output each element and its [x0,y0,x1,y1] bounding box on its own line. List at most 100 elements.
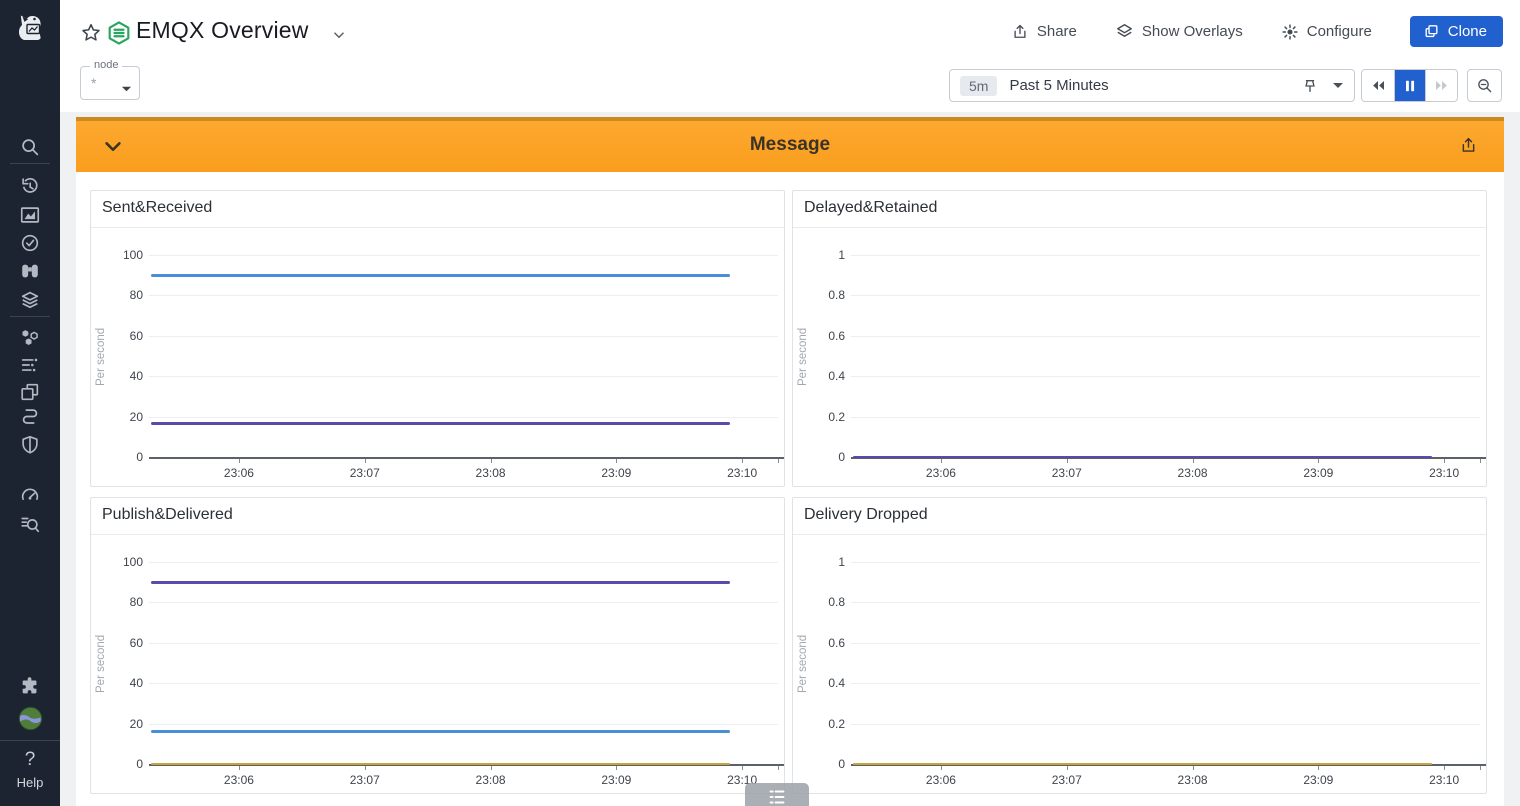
binoculars-icon [22,264,38,278]
overlays-layers-icon [1116,24,1132,37]
chart-plot-area[interactable]: 1 0.8 0.6 0.4 0.2 0 23:06 23:07 23:08 23:09 23:10 P… [793,535,1486,791]
pause-icon [1405,80,1415,91]
y-axis-title: Per second [95,327,107,387]
sidebar: ? Help [0,0,60,806]
sidebar-item-history[interactable] [0,174,60,198]
series-line-purple-line [853,456,1432,458]
sidebar-item-software[interactable] [0,380,60,404]
y-gridline [851,335,1480,337]
x-tick-mark [490,766,492,770]
y-tick-label: 0 [136,450,143,464]
datadog-logo[interactable] [0,2,60,50]
y-tick-label: 0 [838,757,845,771]
show-overlays-label: Show Overlays [1141,23,1243,40]
show-overlays-button[interactable]: Show Overlays [1115,22,1243,41]
group-banner-message: Message [76,117,1504,172]
share-label: Share [1036,23,1077,40]
x-tick-label: 23:09 [601,773,632,787]
x-tick-label: 23:06 [925,466,956,480]
emqx-logo-icon [106,20,132,51]
configure-button[interactable]: Configure [1281,23,1372,41]
pause-button[interactable] [1393,70,1426,101]
sidebar-item-security[interactable] [0,433,60,457]
x-tick-label: 23:06 [223,773,254,787]
y-tick-label: 1 [838,248,845,262]
y-gridline [851,642,1480,644]
chart-panel-delayed-retained: Delayed&Retained 1 0.8 0.6 0.4 0.2 0 23:06 23:0… [792,190,1487,487]
y-gridline [851,376,1480,378]
list-icon [769,790,785,804]
zoom-out-button[interactable] [1467,69,1502,102]
s-pipe-icon [22,409,38,424]
pin-icon[interactable] [1302,78,1318,94]
area-chart-icon [20,207,40,223]
y-gridline [149,255,778,256]
share-button[interactable]: Share [1011,23,1077,41]
y-tick-label: 100 [122,555,143,569]
x-tick-mark [742,459,744,463]
sidebar-item-integrations[interactable] [0,325,60,349]
rewind-icon [1372,81,1384,90]
x-tick-mark [1444,766,1446,770]
sidebar-item-notebooks[interactable] [0,287,60,311]
y-gridline [851,295,1480,297]
x-tick-label: 23:10 [727,466,758,480]
x-tick-mark [1318,459,1320,463]
series-line-blue-line [151,273,730,277]
search-icon [22,139,39,156]
group-body: Sent&Received 100 80 60 40 20 0 23:06 23:07 23:0… [76,172,1504,806]
user-avatar[interactable] [0,704,60,732]
node-select-value: * [91,75,97,91]
filter-lines-icon [21,358,38,372]
time-playback-controls [1361,69,1458,102]
sidebar-item-marketplace[interactable] [0,674,60,698]
sidebar-item-log-explorer[interactable] [0,512,60,536]
group-export-icon[interactable] [1459,136,1478,160]
y-gridline [149,376,778,378]
share-upload-icon [1014,24,1026,38]
history-clock-icon [22,177,38,193]
sidebar-item-watchdog[interactable] [0,259,60,283]
chart-plot-area[interactable]: 100 80 60 40 20 0 23:06 23:07 23:08 23:09 23:10 Per… [91,535,784,791]
chart-plot-area[interactable]: 100 80 60 40 20 0 23:06 23:07 23:08 23:09 23:10 Per… [91,228,784,484]
sidebar-item-search[interactable] [0,134,60,160]
sidebar-item-help[interactable]: ? [0,748,60,772]
fast-forward-icon [1435,81,1447,90]
sidebar-item-metrics[interactable] [0,484,60,508]
time-range-picker[interactable]: 5m Past 5 Minutes [949,69,1355,102]
x-tick-label: 23:07 [349,466,380,480]
sidebar-item-monitors[interactable] [0,231,60,255]
app-window: ? Help EMQX Overview Share Show Overlays… [0,0,1520,806]
y-tick-label: 1 [838,555,845,569]
zoom-out-icon [1477,78,1491,92]
sidebar-item-dashboards[interactable] [0,203,60,227]
legend-toggle-button[interactable] [745,783,809,806]
sidebar-item-pipelines[interactable] [0,405,60,429]
fast-forward-button[interactable] [1425,70,1457,101]
sidebar-item-logs[interactable] [0,353,60,377]
x-tick-label: 23:08 [475,466,506,480]
group-title: Message [749,134,831,155]
clone-button[interactable]: Clone [1409,16,1503,47]
x-tick-label: 23:10 [1429,466,1460,480]
x-tick-mark [238,459,240,463]
node-variable-select[interactable]: node * [80,59,140,100]
help-label[interactable]: Help [0,775,60,790]
time-range-badge: 5m [960,75,998,96]
y-tick-label: 100 [122,248,143,262]
y-gridline [851,255,1480,256]
x-tick-mark [1444,459,1446,463]
dashboard-header: EMQX Overview Share Show Overlays Config… [60,0,1520,112]
title-chevron-down-icon[interactable] [330,26,348,49]
favorite-star-icon[interactable] [80,22,102,49]
x-tick-mark [1192,459,1194,463]
rewind-button[interactable] [1362,70,1394,101]
sidebar-divider [10,316,50,317]
x-tick-label: 23:10 [1429,773,1460,787]
series-line-yellow-line [151,763,730,765]
x-tick-mark [778,766,779,770]
chart-plot-area[interactable]: 1 0.8 0.6 0.4 0.2 0 23:06 23:07 23:08 23:09 23:10 P… [793,228,1486,484]
time-caret-down-icon[interactable] [1332,81,1344,90]
y-gridline [851,602,1480,604]
puzzle-icon [22,677,37,694]
